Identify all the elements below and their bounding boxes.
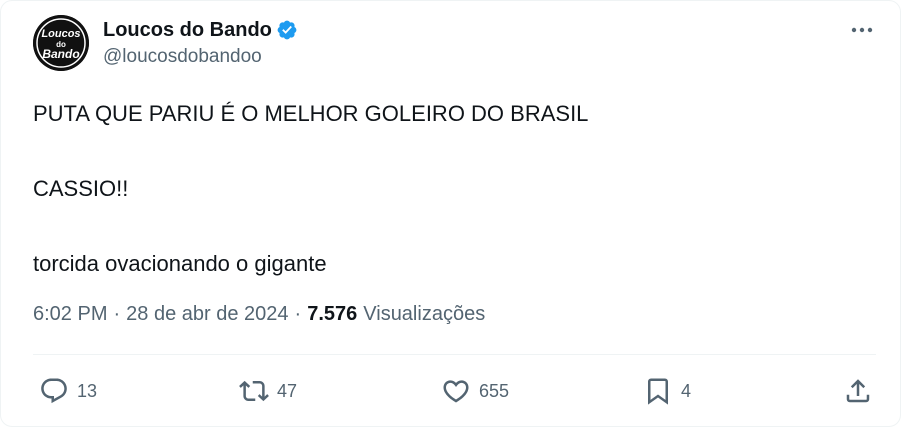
- more-button[interactable]: [848, 19, 876, 41]
- tweet-meta: 6:02 PM · 28 de abr de 2024 · 7.576 Visu…: [33, 303, 485, 326]
- tweet-line: PUTA QUE PARIU É O MELHOR GOLEIRO DO BRA…: [33, 101, 589, 126]
- divider: [33, 354, 876, 355]
- handle[interactable]: @loucosdobandoo: [103, 46, 298, 68]
- verified-badge-icon[interactable]: [276, 19, 298, 41]
- views-label: Visualizações: [363, 303, 486, 325]
- tweet-date[interactable]: 28 de abr de 2024: [126, 303, 288, 326]
- bookmark-button[interactable]: 4: [643, 373, 691, 409]
- reply-button[interactable]: 13: [39, 373, 97, 409]
- tweet-time[interactable]: 6:02 PM: [33, 303, 107, 326]
- bookmark-count: 4: [681, 380, 692, 401]
- svg-text:Bando: Bando: [42, 47, 79, 61]
- author-names: Loucos do Bando @loucosdobandoo: [103, 19, 298, 68]
- heart-icon: [443, 380, 469, 403]
- tweet-header: Loucos do Bando Loucos do Bando @loucosd…: [33, 15, 298, 71]
- bookmark-icon: [648, 378, 668, 405]
- action-bar: 13 47 655 4: [1, 373, 901, 409]
- meta-separator: ·: [294, 303, 302, 325]
- more-horizontal-icon: [851, 27, 873, 33]
- views-count: 7.576: [307, 303, 358, 325]
- name-row: Loucos do Bando: [103, 19, 298, 42]
- reply-count: 13: [77, 380, 98, 401]
- avatar-logo-icon: Loucos do Bando: [33, 15, 89, 71]
- tweet-line: torcida ovacionando o gigante: [33, 251, 327, 276]
- tweet-card: Loucos do Bando Loucos do Bando @loucosd…: [0, 0, 901, 427]
- reply-icon: [41, 378, 67, 404]
- share-icon: [846, 379, 870, 403]
- display-name[interactable]: Loucos do Bando: [103, 19, 272, 42]
- tweet-line: CASSIO!!: [33, 176, 129, 201]
- like-count: 655: [479, 380, 510, 401]
- retweet-button[interactable]: 47: [239, 373, 297, 409]
- tweet-text: PUTA QUE PARIU É O MELHOR GOLEIRO DO BRA…: [33, 101, 588, 326]
- meta-separator: ·: [113, 303, 121, 325]
- retweet-icon: [239, 380, 269, 402]
- retweet-count: 47: [277, 380, 298, 401]
- avatar[interactable]: Loucos do Bando: [33, 15, 89, 71]
- like-button[interactable]: 655: [441, 373, 509, 409]
- share-button[interactable]: [843, 373, 873, 409]
- svg-text:Loucos: Loucos: [41, 28, 80, 40]
